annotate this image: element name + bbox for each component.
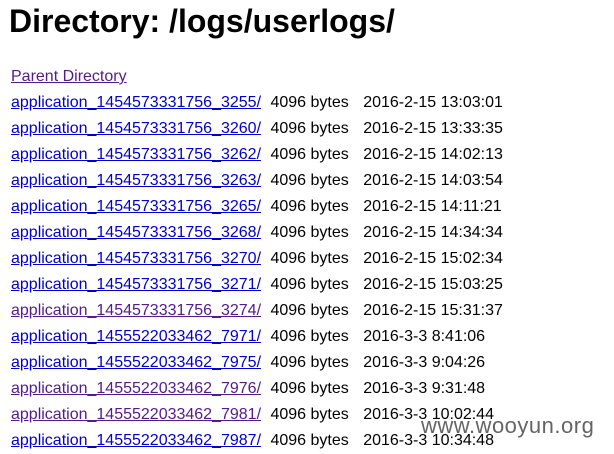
parent-directory-link[interactable]: Parent Directory	[11, 68, 127, 85]
directory-link[interactable]: application_1454573331756_3260/	[11, 120, 261, 137]
file-size: 4096 bytes	[270, 354, 349, 371]
directory-link[interactable]: application_1454573331756_3262/	[11, 146, 261, 163]
file-size: 4096 bytes	[270, 276, 349, 293]
file-size: 4096 bytes	[270, 94, 349, 111]
modified-date: 2016-2-15 13:33:35	[363, 120, 503, 137]
modified-date: 2016-2-15 14:34:34	[363, 224, 503, 241]
directory-row: application_1454573331756_3262/ 4096 byt…	[11, 142, 503, 168]
modified-date: 2016-2-15 15:03:25	[363, 276, 503, 293]
directory-link[interactable]: application_1454573331756_3270/	[11, 250, 261, 267]
directory-link[interactable]: application_1454573331756_3265/	[11, 198, 261, 215]
modified-date: 2016-2-15 14:02:13	[363, 146, 503, 163]
modified-date: 2016-3-3 9:04:26	[363, 354, 486, 371]
modified-date: 2016-2-15 14:11:21	[363, 198, 502, 215]
modified-date: 2016-2-15 13:03:01	[363, 94, 503, 111]
file-size: 4096 bytes	[270, 250, 349, 267]
directory-link[interactable]: application_1454573331756_3274/	[11, 302, 261, 319]
directory-row: application_1454573331756_3268/ 4096 byt…	[11, 220, 503, 246]
modified-date: 2016-3-3 9:31:48	[363, 380, 486, 397]
modified-date: 2016-3-3 8:41:06	[363, 328, 486, 345]
directory-link[interactable]: application_1455522033462_7976/	[11, 380, 261, 397]
directory-row: application_1454573331756_3270/ 4096 byt…	[11, 246, 503, 272]
directory-link[interactable]: application_1455522033462_7975/	[11, 354, 261, 371]
directory-link[interactable]: application_1455522033462_7981/	[11, 406, 261, 423]
file-size: 4096 bytes	[270, 224, 349, 241]
directory-row: application_1455522033462_7976/ 4096 byt…	[11, 376, 503, 402]
directory-link[interactable]: application_1454573331756_3268/	[11, 224, 261, 241]
file-size: 4096 bytes	[270, 406, 349, 423]
directory-link[interactable]: application_1454573331756_3271/	[11, 276, 261, 293]
directory-row: application_1455522033462_7975/ 4096 byt…	[11, 350, 503, 376]
directory-row: application_1454573331756_3271/ 4096 byt…	[11, 272, 503, 298]
file-size: 4096 bytes	[270, 120, 349, 137]
directory-link[interactable]: application_1454573331756_3255/	[11, 94, 261, 111]
file-size: 4096 bytes	[270, 328, 349, 345]
page-title: Directory: /logs/userlogs/	[9, 3, 395, 39]
file-size: 4096 bytes	[270, 172, 349, 189]
file-size: 4096 bytes	[270, 432, 349, 449]
directory-row: application_1455522033462_7971/ 4096 byt…	[11, 324, 503, 350]
directory-link[interactable]: application_1455522033462_7971/	[11, 328, 261, 345]
directory-link[interactable]: application_1454573331756_3263/	[11, 172, 261, 189]
modified-date: 2016-2-15 15:31:37	[363, 302, 503, 319]
directory-row: application_1454573331756_3255/ 4096 byt…	[11, 90, 503, 116]
directory-listing: Parent Directory application_14545733317…	[11, 64, 503, 454]
parent-directory-row: Parent Directory	[11, 64, 503, 90]
directory-row: application_1454573331756_3263/ 4096 byt…	[11, 168, 503, 194]
directory-row: application_1454573331756_3274/ 4096 byt…	[11, 298, 503, 324]
file-size: 4096 bytes	[270, 380, 349, 397]
directory-link[interactable]: application_1455522033462_7987/	[11, 432, 261, 449]
modified-date: 2016-2-15 15:02:34	[363, 250, 503, 267]
directory-row: application_1454573331756_3260/ 4096 byt…	[11, 116, 503, 142]
file-size: 4096 bytes	[270, 302, 349, 319]
file-size: 4096 bytes	[270, 198, 349, 215]
file-size: 4096 bytes	[270, 146, 349, 163]
directory-row: application_1454573331756_3265/ 4096 byt…	[11, 194, 503, 220]
modified-date: 2016-2-15 14:03:54	[363, 172, 503, 189]
watermark-text: www.wooyun.org	[421, 413, 595, 438]
